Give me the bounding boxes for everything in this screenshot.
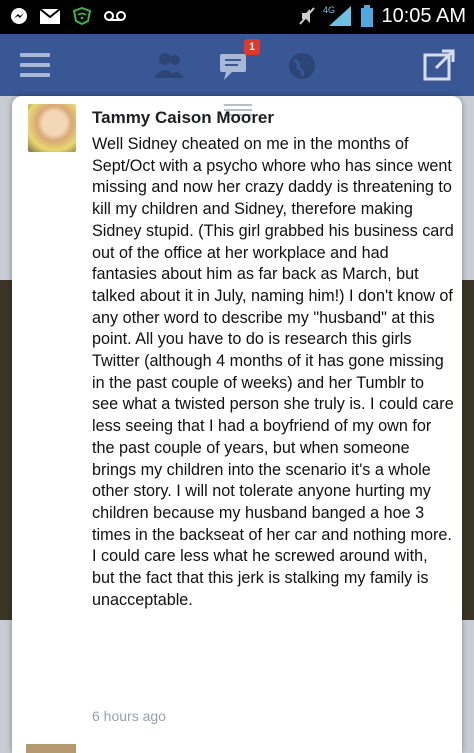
messenger-icon <box>10 7 28 25</box>
wifi-shield-icon <box>72 7 92 25</box>
next-post-avatar <box>26 744 76 753</box>
post-popup-card[interactable]: Tammy Caison Moorer Well Sidney cheated … <box>12 96 462 753</box>
post-timestamp[interactable]: 6 hours ago <box>92 708 166 724</box>
facebook-app-bar: 1 <box>0 34 474 96</box>
share-icon[interactable] <box>422 48 456 87</box>
messages-icon[interactable] <box>218 50 254 87</box>
friend-requests-icon[interactable] <box>152 50 186 85</box>
post-body-text: Well Sidney cheated on me in the months … <box>92 135 454 609</box>
voicemail-icon <box>104 10 126 22</box>
menu-icon[interactable] <box>20 53 50 83</box>
gmail-icon <box>40 8 60 24</box>
notifications-globe-icon[interactable] <box>286 50 318 87</box>
status-bar: 4G 10:05 AM <box>0 0 474 34</box>
feed-photo-sliver <box>462 280 474 620</box>
clock: 10:05 AM <box>381 4 466 27</box>
battery-icon <box>361 5 374 27</box>
svg-text:4G: 4G <box>323 5 335 15</box>
feed-photo-sliver <box>0 280 12 620</box>
signal-4g-icon: 4G <box>323 4 353 28</box>
mute-icon <box>299 6 316 26</box>
author-avatar[interactable] <box>28 104 76 152</box>
post-author-name[interactable]: Tammy Caison Moorer <box>92 108 274 128</box>
notification-badge: 1 <box>244 39 260 55</box>
